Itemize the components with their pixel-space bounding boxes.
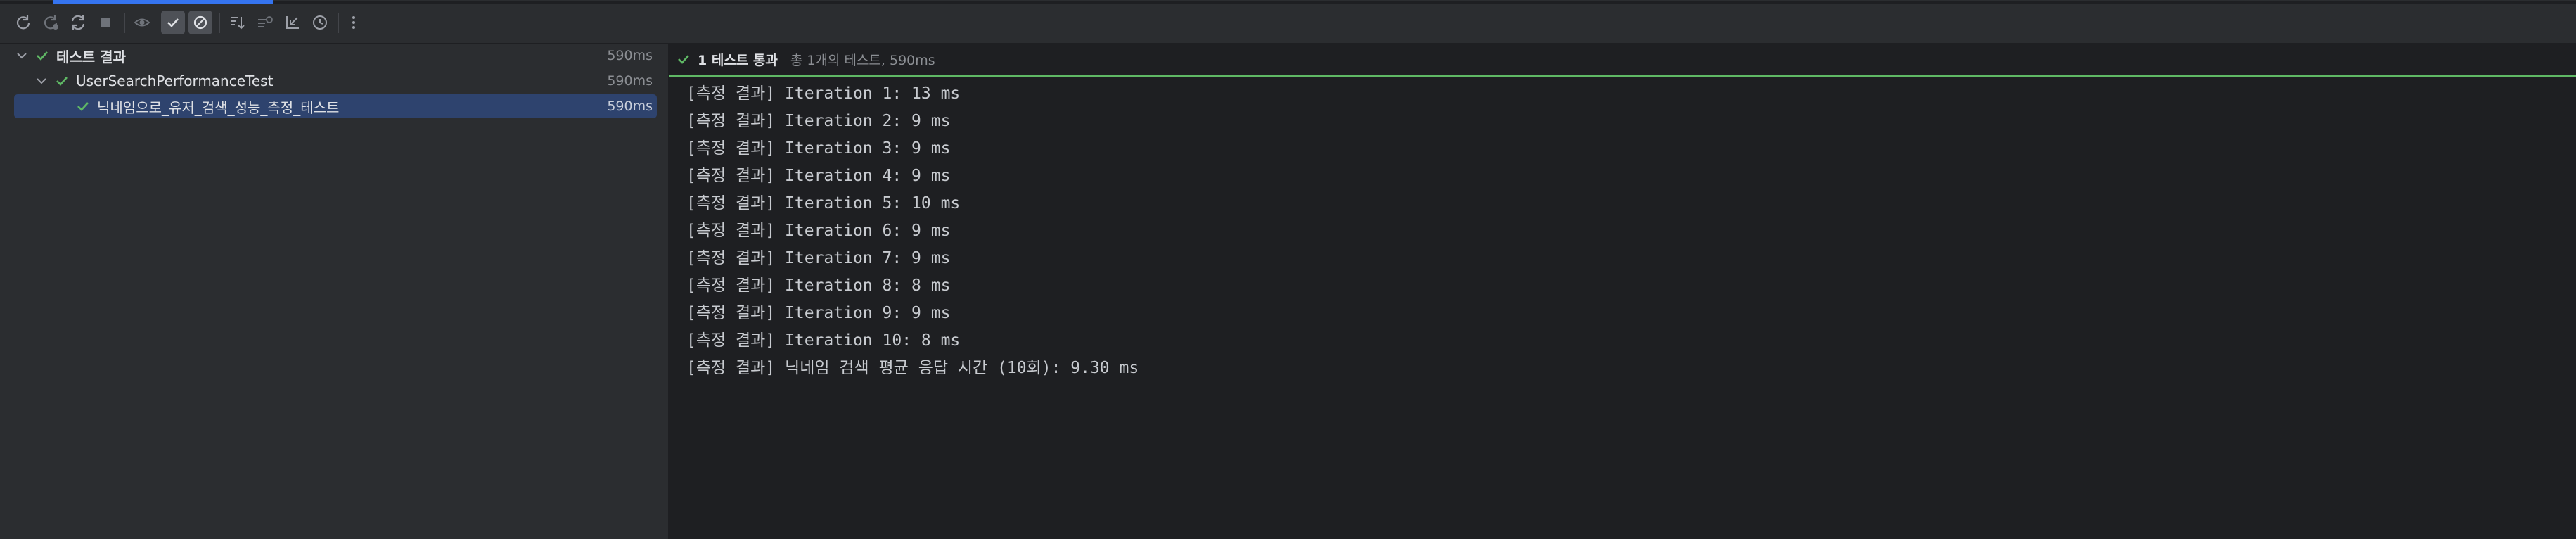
console-line: [측정 결과] Iteration 9: 9 ms (686, 304, 951, 322)
console-line: [측정 결과] Iteration 7: 9 ms (686, 249, 951, 267)
rerun-icon (16, 15, 30, 30)
passed-check-icon (37, 51, 48, 61)
console-line: [측정 결과] Iteration 8: 8 ms (686, 277, 951, 295)
chevron-down-icon[interactable] (14, 48, 30, 63)
tree-root-label: 테스트 결과 (56, 48, 126, 65)
console-line: [측정 결과] Iteration 6: 9 ms (686, 222, 951, 240)
console-line: [측정 결과] Iteration 2: 9 ms (686, 112, 951, 130)
import-tests-button[interactable] (281, 11, 305, 34)
sort-alphabetically-button[interactable] (226, 11, 250, 34)
show-ignored-button[interactable] (130, 11, 154, 34)
tree-root-time: 590ms (607, 48, 653, 63)
status-summary: 1 테스트 통과 (698, 52, 778, 68)
console-output-panel: 1 테스트 통과 총 1개의 테스트, 590ms [측정 결과] Iterat… (669, 44, 2576, 539)
toolbar-separator (338, 13, 339, 33)
passed-check-icon (77, 102, 89, 111)
rerun-button[interactable] (11, 11, 35, 34)
window-top-border (0, 0, 2576, 1)
tree-class-label: UserSearchPerformanceTest (76, 72, 274, 89)
test-runner-toolbar (0, 4, 2576, 44)
console-line: [측정 결과] Iteration 4: 9 ms (686, 167, 951, 185)
sort-by-duration-icon (258, 16, 273, 27)
rerun-failed-button[interactable] (39, 11, 63, 34)
more-options-button[interactable] (342, 11, 366, 34)
console-line: [측정 결과] Iteration 3: 9 ms (686, 139, 951, 158)
status-detail: 총 1개의 테스트, 590ms (790, 52, 935, 68)
show-passed-button[interactable] (161, 11, 185, 34)
test-status-bar: 1 테스트 통과 총 1개의 테스트, 590ms (669, 44, 2576, 77)
stop-icon (101, 18, 110, 27)
tree-test-row[interactable]: 닉네임으로_유저_검색_성능_측정_테스트 590ms (14, 94, 657, 118)
test-results-tree-panel: 테스트 결과 590ms UserSearchPerformanceTest 5… (0, 44, 669, 539)
rerun-failed-icon (44, 15, 58, 30)
tree-root-row[interactable]: 테스트 결과 590ms (14, 44, 657, 68)
sort-by-duration-button[interactable] (253, 11, 277, 34)
sort-alphabetically-icon (231, 17, 245, 30)
console-output[interactable]: [측정 결과] Iteration 1: 13 ms [측정 결과] Iterat… (686, 80, 2557, 382)
tree-test-label: 닉네임으로_유저_검색_성능_측정_테스트 (97, 99, 340, 116)
show-passed-icon (167, 18, 179, 27)
tree-class-row[interactable]: UserSearchPerformanceTest 590ms (14, 69, 657, 93)
show-ignored-toggle-button[interactable] (188, 11, 212, 34)
chevron-down-icon[interactable] (34, 73, 49, 89)
console-line: [측정 결과] Iteration 1: 13 ms (686, 84, 961, 103)
toolbar-separator (219, 13, 220, 33)
history-button[interactable] (308, 11, 332, 34)
show-ignored-icon (134, 18, 150, 27)
console-line: [측정 결과] Iteration 10: 8 ms (686, 331, 961, 350)
passed-check-icon (56, 77, 68, 86)
history-icon (313, 15, 327, 30)
tree-test-time: 590ms (607, 99, 653, 114)
import-tests-icon (286, 16, 299, 29)
stop-button[interactable] (94, 11, 117, 34)
console-line: [측정 결과] Iteration 5: 10 ms (686, 194, 961, 213)
passed-check-icon (678, 55, 689, 64)
toggle-auto-test-button[interactable] (66, 11, 90, 34)
more-options-icon (352, 16, 355, 29)
console-line: [측정 결과] 닉네임 검색 평균 응답 시간 (10회): 9.30 ms (686, 359, 1139, 377)
tree-class-time: 590ms (607, 73, 653, 89)
toolbar-separator (124, 13, 125, 33)
show-ignored-toggle-icon (193, 15, 207, 30)
toggle-auto-test-icon (71, 15, 85, 30)
